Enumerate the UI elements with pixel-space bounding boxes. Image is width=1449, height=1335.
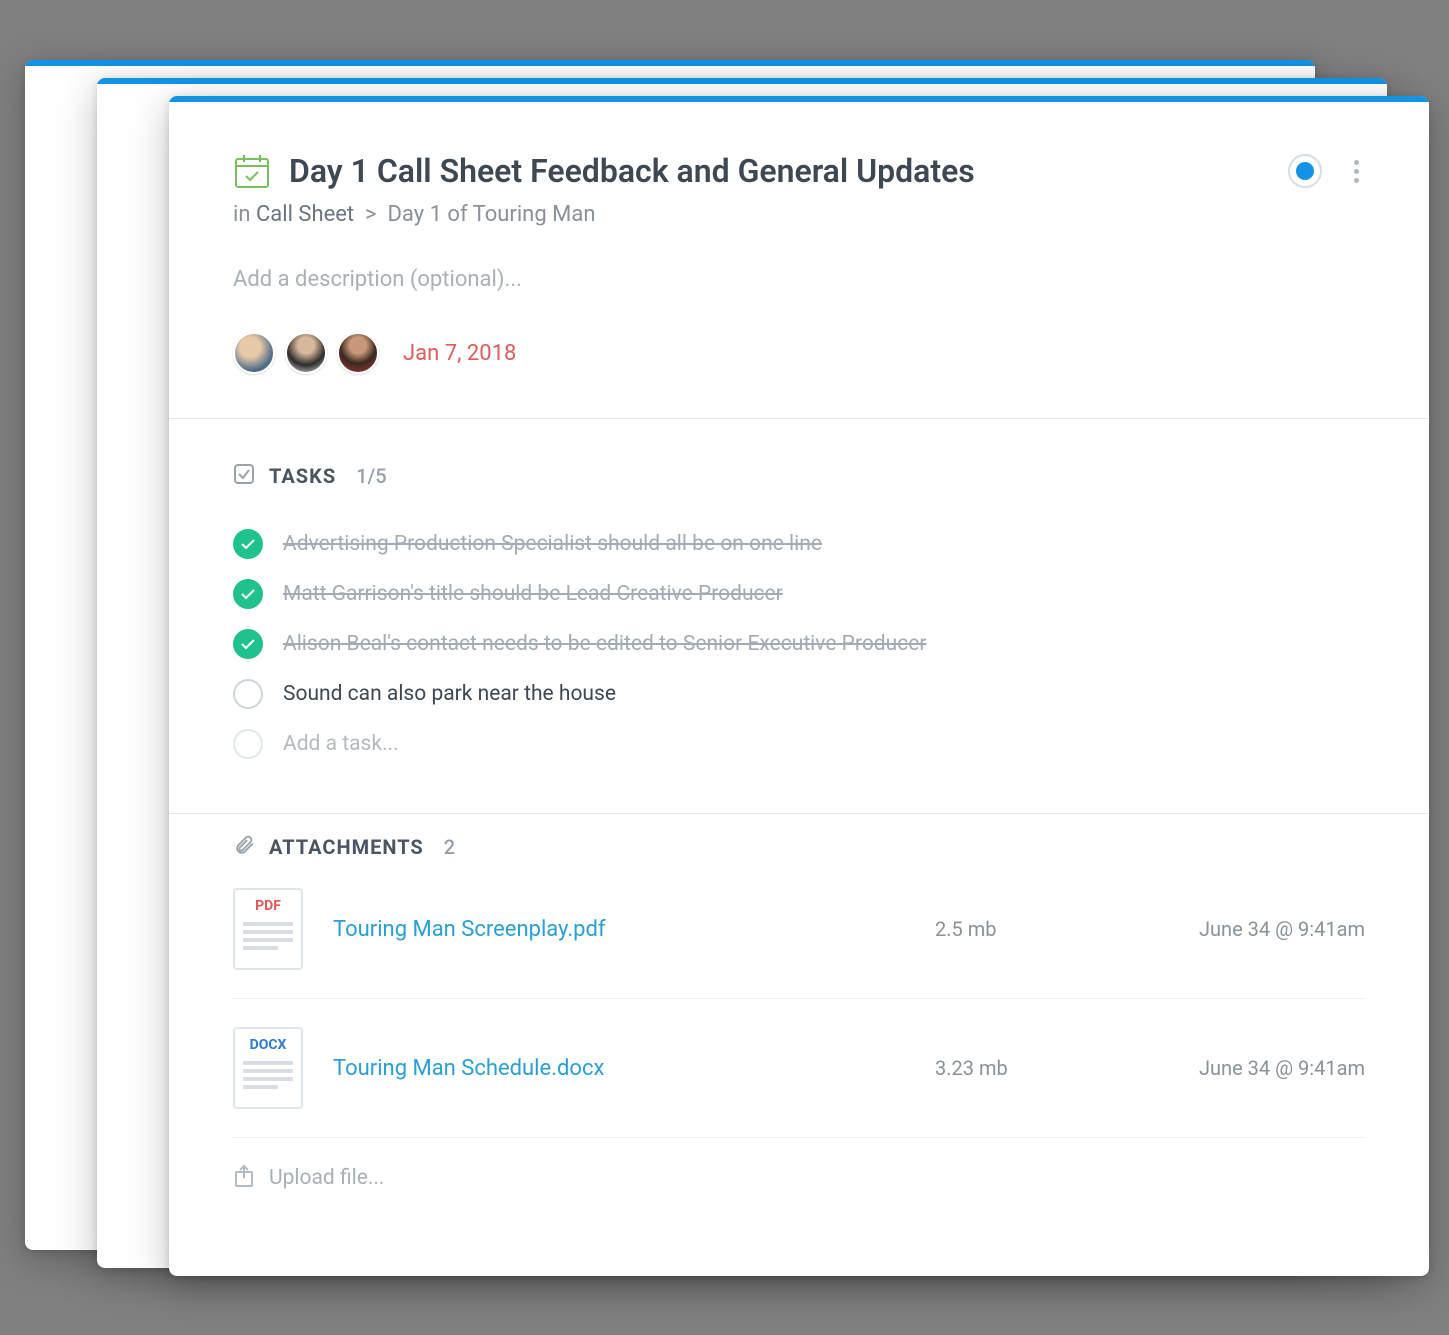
card-top-bar — [25, 60, 1315, 66]
task-text: Sound can also park near the house — [283, 682, 616, 706]
task-row[interactable]: Sound can also park near the house — [233, 669, 1365, 719]
card-top-bar — [97, 78, 1387, 84]
tasks-count: 1/5 — [356, 464, 387, 488]
task-row[interactable]: Matt Garrison's title should be Lead Cre… — [233, 569, 1365, 619]
attachment-row: DOCX Touring Man Schedule.docx 3.23 mb June… — [233, 999, 1365, 1138]
divider — [169, 418, 1429, 419]
breadcrumb-parent-link[interactable]: Call Sheet — [256, 202, 354, 227]
card-title: Day 1 Call Sheet Feedback and General Up… — [289, 152, 1270, 190]
file-thumb-lines — [243, 922, 293, 950]
due-date[interactable]: Jan 7, 2018 — [403, 341, 516, 366]
divider — [169, 813, 1429, 814]
attachment-size: 2.5 mb — [935, 917, 1105, 941]
breadcrumb-prefix: in — [233, 202, 251, 227]
upload-icon — [233, 1164, 255, 1192]
paperclip-icon — [233, 834, 255, 860]
breadcrumb: in Call Sheet > Day 1 of Touring Man — [233, 202, 1365, 227]
upload-file-button[interactable]: Upload file... — [233, 1138, 1365, 1218]
task-checkbox-checked[interactable] — [233, 629, 263, 659]
task-text: Matt Garrison's title should be Lead Cre… — [283, 582, 783, 606]
task-checkbox-placeholder — [233, 729, 263, 759]
task-checkbox-unchecked[interactable] — [233, 679, 263, 709]
upload-file-label: Upload file... — [269, 1166, 384, 1190]
tasks-icon — [233, 463, 255, 489]
attachment-name-link[interactable]: Touring Man Schedule.docx — [333, 1056, 905, 1081]
file-thumb-lines — [243, 1061, 293, 1089]
attachments-section-label: ATTACHMENTS — [269, 835, 424, 859]
status-indicator[interactable] — [1288, 154, 1322, 188]
file-ext-label: DOCX — [250, 1037, 287, 1053]
add-task-row[interactable]: Add a task... — [233, 719, 1365, 769]
calendar-check-icon — [233, 152, 271, 190]
tasks-section-label: TASKS — [269, 464, 336, 488]
avatar[interactable] — [337, 332, 379, 374]
task-text: Alison Beal's contact needs to be edited… — [283, 632, 926, 656]
task-checkbox-checked[interactable] — [233, 529, 263, 559]
assignee-avatars[interactable] — [233, 332, 379, 374]
attachment-name-link[interactable]: Touring Man Screenplay.pdf — [333, 917, 905, 942]
breadcrumb-separator: > — [365, 202, 377, 227]
file-thumbnail[interactable]: DOCX — [233, 1027, 303, 1109]
attachment-date: June 34 @ 9:41am — [1135, 1056, 1365, 1080]
task-text: Advertising Production Specialist should… — [283, 532, 822, 556]
more-menu-button[interactable] — [1348, 154, 1365, 189]
file-thumbnail[interactable]: PDF — [233, 888, 303, 970]
file-ext-label: PDF — [255, 898, 281, 914]
avatar[interactable] — [285, 332, 327, 374]
task-row[interactable]: Alison Beal's contact needs to be edited… — [233, 619, 1365, 669]
attachment-size: 3.23 mb — [935, 1056, 1105, 1080]
breadcrumb-current: Day 1 of Touring Man — [387, 202, 595, 227]
status-dot-icon — [1296, 162, 1314, 180]
main-card: Day 1 Call Sheet Feedback and General Up… — [169, 96, 1429, 1276]
attachment-row: PDF Touring Man Screenplay.pdf 2.5 mb June … — [233, 860, 1365, 999]
task-row[interactable]: Advertising Production Specialist should… — [233, 519, 1365, 569]
avatar[interactable] — [233, 332, 275, 374]
description-input[interactable]: Add a description (optional)... — [233, 267, 1365, 292]
task-checkbox-checked[interactable] — [233, 579, 263, 609]
add-task-input[interactable]: Add a task... — [283, 732, 399, 756]
attachments-count: 2 — [444, 835, 455, 859]
attachment-date: June 34 @ 9:41am — [1135, 917, 1365, 941]
